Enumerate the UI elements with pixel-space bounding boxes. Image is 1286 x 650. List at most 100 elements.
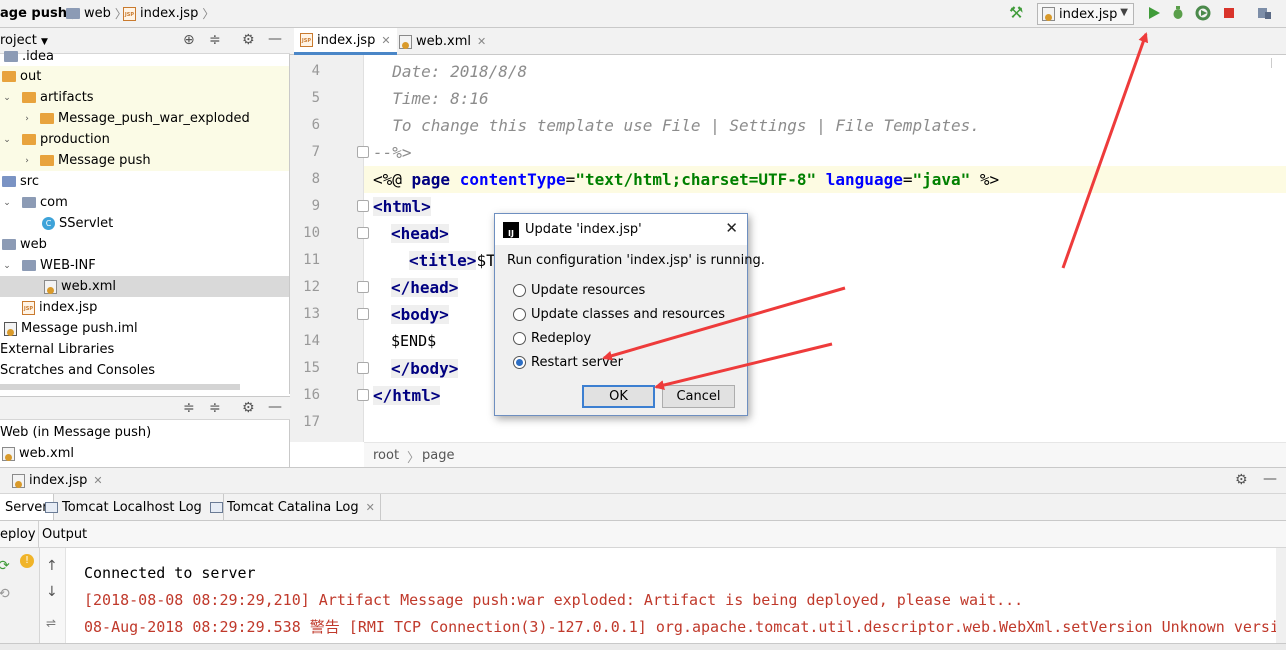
xml-icon xyxy=(44,279,57,294)
update-icon[interactable]: ⟲ xyxy=(0,586,10,602)
chevron-down-icon[interactable]: ⌄ xyxy=(0,93,14,103)
option-restart-server[interactable]: Restart server xyxy=(513,352,623,372)
web-xml-item[interactable]: web.xml xyxy=(0,443,289,464)
build-hammer-icon[interactable]: ⚒ xyxy=(1009,3,1023,22)
breadcrumb-file[interactable]: JSP index.jsp 〉 xyxy=(123,5,214,22)
close-icon[interactable]: ✕ xyxy=(366,501,375,514)
stop-icon[interactable] xyxy=(1221,5,1237,21)
breadcrumb-separator: 〉 xyxy=(407,451,421,466)
fold-marker[interactable] xyxy=(357,281,369,293)
option-label: Restart server xyxy=(531,354,624,370)
tree-item-web-inf[interactable]: ⌄ WEB-INF xyxy=(0,255,289,276)
gear-icon[interactable]: ⚙ xyxy=(242,400,255,416)
run-configuration-selector[interactable]: index.jsp ▼ xyxy=(1037,3,1134,25)
hide-panel-icon[interactable]: — xyxy=(1263,471,1277,487)
tree-item-label: WEB-INF xyxy=(40,258,96,273)
tree-item-label: web xyxy=(20,237,47,252)
rerun-icon[interactable]: ⟳ xyxy=(0,558,10,574)
tab-tomcat-localhost-log[interactable]: Tomcat Localhost Log✕ xyxy=(40,494,225,520)
tree-item-out[interactable]: out xyxy=(0,66,289,87)
radio-button[interactable] xyxy=(513,331,526,345)
gear-icon[interactable]: ⚙ xyxy=(1235,472,1248,488)
update-dialog: IJ Update 'index.jsp' ✕ Run configuratio… xyxy=(494,213,765,416)
fold-marker[interactable] xyxy=(357,200,369,212)
console-line: [2018-08-08 08:29:29,210] Artifact Messa… xyxy=(84,591,1024,609)
close-icon[interactable]: ✕ xyxy=(725,219,738,237)
tree-item-label: web.xml xyxy=(61,279,116,294)
tree-item-external-libraries[interactable]: External Libraries xyxy=(0,339,289,360)
code-line-page-directive: <%@ page contentType="text/html;charset=… xyxy=(373,166,999,193)
tree-item-production[interactable]: ⌄ production xyxy=(0,129,289,150)
chevron-down-icon[interactable]: ⌄ xyxy=(0,135,14,145)
tree-item-label: SServlet xyxy=(59,216,114,231)
option-update-resources[interactable]: Update resources xyxy=(513,280,645,300)
arrow-up-icon[interactable]: ↑ xyxy=(46,558,58,574)
breadcrumb-item-root[interactable]: root xyxy=(373,448,399,463)
tree-item-message-push[interactable]: › Message push xyxy=(0,150,289,171)
run-tab-index-jsp[interactable]: index.jsp ✕ xyxy=(12,473,103,488)
tree-item-web[interactable]: web xyxy=(0,234,289,255)
chevron-right-icon[interactable]: › xyxy=(20,156,34,166)
run-icon[interactable] xyxy=(1146,5,1162,21)
line-number: 16 xyxy=(303,387,320,403)
tree-item-iml[interactable]: Message push.iml xyxy=(0,318,289,339)
breadcrumb-item-page[interactable]: page xyxy=(422,448,454,463)
tab-web-xml[interactable]: web.xml ✕ xyxy=(393,28,492,55)
fold-marker[interactable] xyxy=(357,308,369,320)
fold-marker[interactable] xyxy=(357,146,369,158)
tree-item-sservlet[interactable]: C SServlet xyxy=(0,213,289,234)
tree-item-scratches[interactable]: Scratches and Consoles xyxy=(0,360,289,381)
close-icon[interactable]: ✕ xyxy=(477,35,486,48)
arrow-down-icon[interactable]: ↓ xyxy=(46,584,58,600)
tab-label: Tomcat Localhost Log xyxy=(62,499,202,515)
close-icon[interactable]: ✕ xyxy=(93,474,102,487)
tree-item-web-xml[interactable]: web.xml xyxy=(0,276,289,297)
close-icon[interactable]: ✕ xyxy=(381,34,390,47)
tab-index-jsp[interactable]: JSP index.jsp ✕ xyxy=(294,28,397,55)
chevron-right-icon[interactable]: › xyxy=(20,114,34,124)
code-line: Date: 2018/8/8 xyxy=(373,62,528,81)
debug-icon[interactable] xyxy=(1170,5,1186,21)
tab-tomcat-catalina-log[interactable]: Tomcat Catalina Log ✕ xyxy=(205,494,381,520)
navigation-bar: age push 〉 web〉 JSP index.jsp〉 ⚒ index.jsp… xyxy=(0,0,1286,28)
code-token: <title> xyxy=(409,251,477,270)
hide-panel-icon[interactable]: — xyxy=(268,399,282,415)
soft-wrap-icon[interactable]: ⇌ xyxy=(46,616,56,630)
run-with-coverage-icon[interactable] xyxy=(1195,5,1211,21)
fold-marker[interactable] xyxy=(357,227,369,239)
expand-all-icon[interactable]: ≑ xyxy=(183,400,195,416)
warning-icon[interactable]: ! xyxy=(20,554,34,568)
project-structure-icon[interactable] xyxy=(1256,5,1272,21)
tree-item-com[interactable]: ⌄ com xyxy=(0,192,289,213)
fold-marker[interactable] xyxy=(357,389,369,401)
option-redeploy[interactable]: Redeploy xyxy=(513,328,591,348)
option-update-classes-resources[interactable]: Update classes and resources xyxy=(513,304,725,324)
breadcrumb-web[interactable]: web 〉 xyxy=(66,5,127,22)
tree-item-war-exploded[interactable]: › Message_push_war_exploded xyxy=(0,108,289,129)
collapse-all-icon[interactable]: ≑ xyxy=(209,400,221,416)
radio-button[interactable] xyxy=(513,283,526,297)
run-side-toolbar: ⟳ ! ⟲ xyxy=(0,548,40,650)
tree-item-src[interactable]: src xyxy=(0,171,289,192)
code-token: <html> xyxy=(373,197,431,216)
chevron-down-icon[interactable]: ⌄ xyxy=(0,261,14,271)
dialog-title-bar[interactable]: IJ Update 'index.jsp' ✕ xyxy=(495,214,747,245)
fold-marker[interactable] xyxy=(357,362,369,374)
radio-button-selected[interactable] xyxy=(513,355,526,369)
hide-panel-icon[interactable]: — xyxy=(268,31,282,47)
code-token: </head> xyxy=(391,278,459,297)
code-line: <body> xyxy=(391,301,449,328)
console-scrollbar[interactable] xyxy=(1276,548,1286,643)
cancel-button[interactable]: Cancel xyxy=(662,385,735,408)
radio-button[interactable] xyxy=(513,307,526,321)
tree-item-artifacts[interactable]: ⌄ artifacts xyxy=(0,87,289,108)
chevron-down-icon[interactable]: ⌄ xyxy=(0,198,14,208)
tree-item-idea[interactable]: .idea xyxy=(0,46,289,67)
code-line: </body> xyxy=(391,355,459,382)
web-facet-item[interactable]: Web (in Message push) xyxy=(0,422,289,443)
ok-button[interactable]: OK xyxy=(582,385,655,408)
tree-item-index-jsp[interactable]: JSP index.jsp xyxy=(0,297,289,318)
horizontal-scrollbar[interactable] xyxy=(0,384,240,390)
tree-item-label: External Libraries xyxy=(0,342,115,357)
log-icon xyxy=(45,501,58,513)
